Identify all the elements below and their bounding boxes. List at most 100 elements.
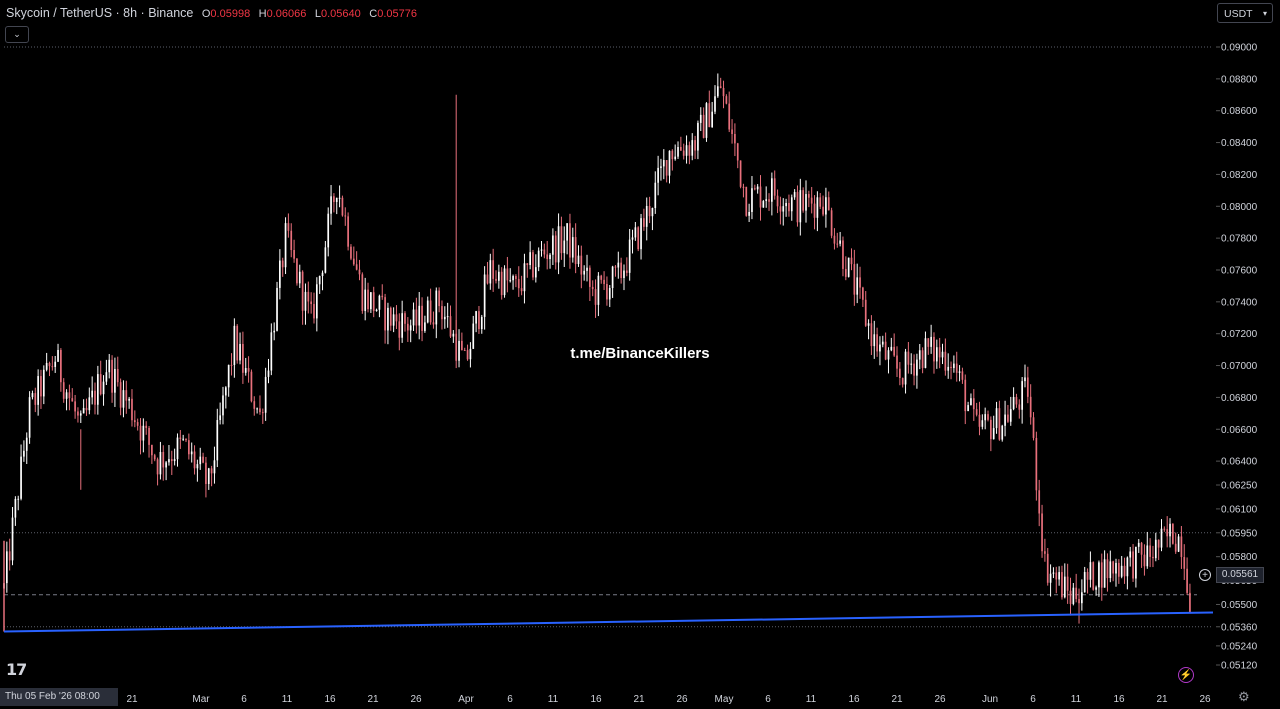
candle	[671, 149, 674, 171]
candle	[1044, 538, 1046, 562]
candle	[341, 195, 344, 217]
candle	[412, 302, 415, 331]
candle	[327, 207, 330, 257]
candle	[523, 253, 526, 304]
candle	[364, 277, 367, 321]
candle	[779, 196, 782, 225]
candle	[1081, 579, 1083, 611]
candle	[173, 448, 176, 466]
candle	[486, 261, 489, 285]
candle	[361, 272, 364, 314]
candle	[82, 399, 85, 414]
candle	[1149, 538, 1151, 568]
candle	[1103, 550, 1106, 588]
candle	[298, 264, 301, 288]
candle	[1189, 583, 1191, 613]
candle	[406, 317, 409, 342]
candle	[17, 495, 20, 511]
candle	[901, 377, 904, 388]
candle	[992, 415, 995, 440]
candle	[188, 433, 190, 460]
candle	[560, 216, 563, 260]
candle	[734, 123, 736, 157]
tradingview-logo[interactable]: 17	[6, 660, 27, 679]
candle	[264, 367, 267, 421]
candle	[793, 189, 796, 200]
candle	[1004, 400, 1006, 437]
candle	[1126, 556, 1129, 590]
candle	[614, 265, 617, 277]
candle	[856, 263, 859, 304]
candle	[25, 432, 28, 465]
y-tick-label: 0.07600	[1221, 265, 1258, 276]
candle	[810, 186, 813, 214]
candle	[489, 253, 492, 290]
candle	[446, 302, 449, 328]
candle	[205, 456, 207, 498]
y-tick-label: 0.07800	[1221, 234, 1258, 245]
candle	[617, 251, 620, 279]
x-tick-label: 16	[324, 694, 336, 705]
candle	[697, 120, 699, 160]
candle	[424, 315, 426, 333]
candle	[600, 274, 603, 284]
candle	[620, 257, 622, 284]
candle	[705, 102, 708, 142]
candle	[773, 170, 776, 200]
candle	[216, 408, 219, 468]
y-tick-label: 0.05950	[1221, 528, 1258, 539]
candle	[409, 319, 412, 343]
x-tick-label: Mar	[192, 694, 210, 705]
close-value: 0.05776	[377, 8, 417, 20]
candle	[807, 190, 810, 208]
candle	[335, 197, 338, 215]
candle	[65, 389, 68, 411]
y-tick-label: 0.07000	[1221, 361, 1258, 372]
candle	[819, 193, 822, 210]
candle	[418, 292, 421, 340]
candle	[1143, 544, 1146, 576]
legend-collapse-button[interactable]: ⌄	[5, 26, 29, 43]
candle	[589, 265, 591, 302]
candle	[716, 73, 719, 98]
gear-icon[interactable]: ⚙	[1238, 690, 1250, 704]
add-alert-icon[interactable]: +	[1199, 569, 1211, 581]
candle	[131, 389, 133, 427]
candle	[1132, 544, 1134, 582]
currency-selector[interactable]: USDT ▾	[1217, 3, 1273, 23]
candle	[520, 275, 523, 296]
close-label: C	[369, 8, 378, 20]
candle	[799, 178, 802, 236]
support-trendline[interactable]	[3, 611, 1214, 633]
candle	[495, 270, 497, 284]
candle	[389, 306, 392, 331]
candle	[168, 444, 170, 466]
candle	[691, 133, 694, 161]
candle	[1063, 563, 1066, 599]
candle	[48, 361, 51, 377]
candle	[748, 203, 750, 222]
x-tick-label: 21	[633, 694, 645, 705]
candle	[196, 459, 199, 482]
candle	[833, 228, 836, 250]
candle	[415, 297, 418, 334]
candle	[321, 270, 324, 291]
x-tick-label: 6	[241, 694, 247, 705]
candle	[5, 541, 8, 593]
candle	[680, 136, 682, 151]
candle	[975, 402, 978, 417]
candle	[347, 212, 349, 251]
x-tick-label: 21	[367, 694, 379, 705]
candle	[608, 285, 611, 308]
lightning-icon[interactable]: ⚡	[1178, 667, 1194, 683]
candle	[950, 361, 952, 380]
candle	[782, 198, 785, 226]
candle	[1174, 532, 1177, 554]
candle	[1106, 553, 1109, 592]
candle	[8, 538, 11, 571]
candle	[1172, 523, 1174, 545]
candle	[267, 358, 270, 384]
candle	[1109, 550, 1112, 583]
candle	[421, 297, 423, 342]
high-value: 0.06066	[266, 8, 307, 20]
